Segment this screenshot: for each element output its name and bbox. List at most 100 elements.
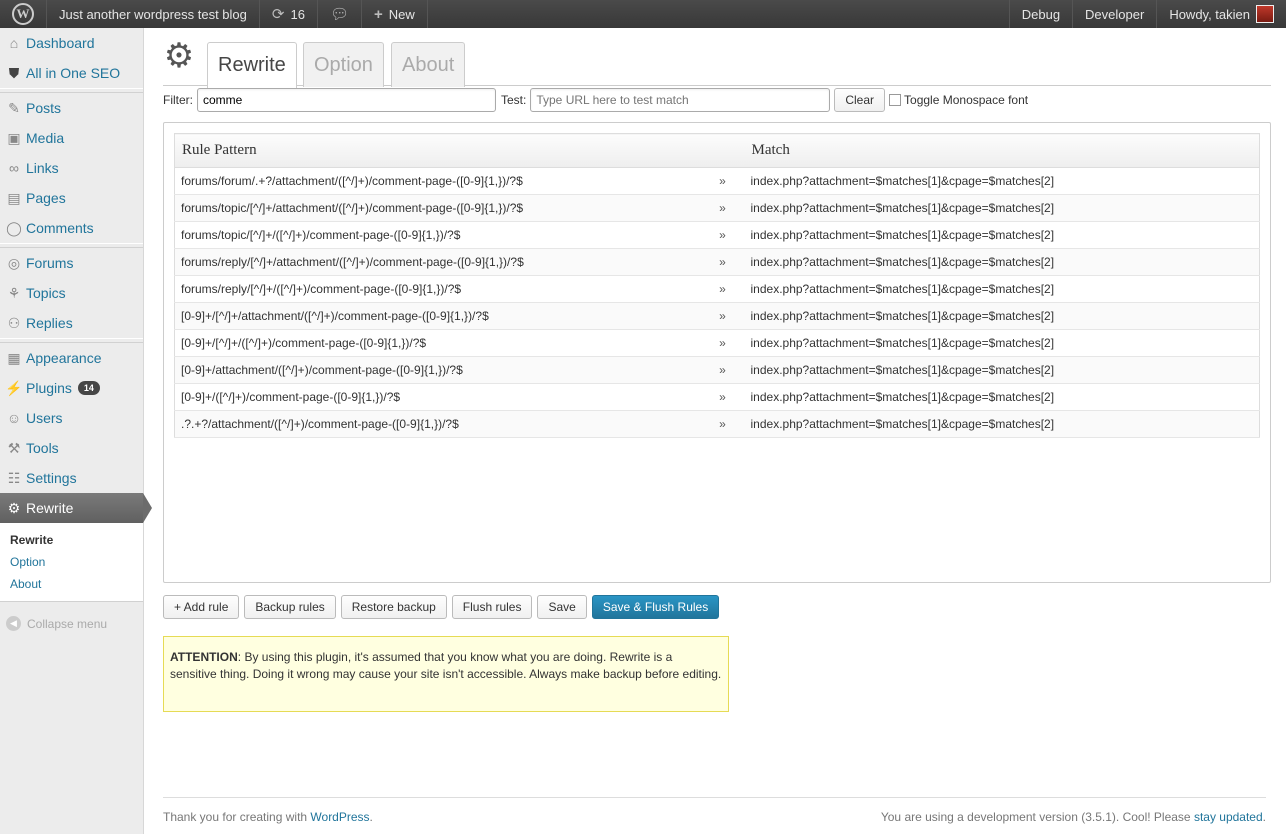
- action-buttons: + Add rule Backup rules Restore backup F…: [163, 595, 720, 619]
- arrow-icon: »: [694, 356, 745, 384]
- sidebar-item-plugins[interactable]: ⚡ Plugins 14: [0, 373, 143, 403]
- footer-thankyou: Thank you for creating with WordPress.: [163, 810, 373, 824]
- rule-pattern-header: Rule Pattern: [174, 133, 745, 168]
- sidebar-item-label: All in One SEO: [26, 65, 121, 81]
- collapse-label: Collapse menu: [27, 616, 108, 631]
- collapse-arrow-icon: ◀: [6, 616, 21, 631]
- table-row[interactable]: forums/topic/[^/]+/attachment/([^/]+)/co…: [174, 194, 1260, 222]
- sidebar-item-label: Topics: [26, 285, 66, 301]
- new-content-link[interactable]: + New: [362, 0, 428, 28]
- submenu-about[interactable]: About: [0, 573, 143, 595]
- rule-pattern-cell[interactable]: forums/topic/[^/]+/attachment/([^/]+)/co…: [174, 194, 695, 222]
- table-row[interactable]: .?.+?/attachment/([^/]+)/comment-page-([…: [174, 410, 1260, 438]
- rule-pattern-cell[interactable]: [0-9]+/[^/]+/attachment/([^/]+)/comment-…: [174, 302, 695, 330]
- filter-input[interactable]: [197, 88, 496, 112]
- arrow-icon: »: [694, 194, 745, 222]
- save-button[interactable]: Save: [537, 595, 587, 619]
- footer-right-suffix: .: [1262, 810, 1266, 824]
- wp-logo-menu[interactable]: W: [0, 0, 47, 28]
- backup-rules-button[interactable]: Backup rules: [244, 595, 336, 619]
- appearance-icon: ▦: [7, 349, 21, 366]
- account-menu[interactable]: Howdy, takien: [1156, 0, 1286, 28]
- rule-pattern-cell[interactable]: [0-9]+/attachment/([^/]+)/comment-page-(…: [174, 356, 695, 384]
- howdy-label: Howdy, takien: [1169, 6, 1250, 22]
- add-rule-button[interactable]: + Add rule: [163, 595, 240, 619]
- sidebar-item-pages[interactable]: ▤ Pages: [0, 183, 143, 213]
- rule-match-cell[interactable]: index.php?attachment=$matches[1]&cpage=$…: [744, 356, 1260, 384]
- sidebar-item-comments[interactable]: ◯ Comments: [0, 213, 143, 243]
- stay-updated-link[interactable]: stay updated: [1194, 810, 1263, 824]
- table-row[interactable]: [0-9]+/([^/]+)/comment-page-([0-9]{1,})/…: [174, 383, 1260, 411]
- table-row[interactable]: forums/forum/.+?/attachment/([^/]+)/comm…: [174, 167, 1260, 195]
- rule-match-cell[interactable]: index.php?attachment=$matches[1]&cpage=$…: [744, 383, 1260, 411]
- tab-rewrite[interactable]: Rewrite: [207, 42, 297, 88]
- rule-match-cell[interactable]: index.php?attachment=$matches[1]&cpage=$…: [744, 221, 1260, 249]
- rule-match-cell[interactable]: index.php?attachment=$matches[1]&cpage=$…: [744, 167, 1260, 195]
- rule-match-cell[interactable]: index.php?attachment=$matches[1]&cpage=$…: [744, 194, 1260, 222]
- save-flush-rules-button[interactable]: Save & Flush Rules: [591, 595, 720, 619]
- table-row[interactable]: forums/topic/[^/]+/([^/]+)/comment-page-…: [174, 221, 1260, 249]
- tab-about[interactable]: About: [391, 42, 466, 87]
- sidebar-item-label: Rewrite: [26, 500, 74, 516]
- comment-icon: ◯: [6, 219, 22, 236]
- sidebar-item-label: Links: [26, 160, 59, 176]
- rule-match-cell[interactable]: index.php?attachment=$matches[1]&cpage=$…: [744, 248, 1260, 276]
- sidebar-item-label: Forums: [26, 255, 74, 271]
- rule-pattern-cell[interactable]: .?.+?/attachment/([^/]+)/comment-page-([…: [174, 410, 695, 438]
- attention-title: ATTENTION: [170, 650, 238, 664]
- topics-icon: ⚘: [7, 284, 21, 301]
- table-row[interactable]: [0-9]+/[^/]+/([^/]+)/comment-page-([0-9]…: [174, 329, 1260, 357]
- site-name-link[interactable]: Just another wordpress test blog: [47, 0, 260, 28]
- table-row[interactable]: forums/reply/[^/]+/([^/]+)/comment-page-…: [174, 275, 1260, 303]
- rules-table: Rule Pattern Match forums/forum/.+?/atta…: [174, 133, 1260, 438]
- rule-pattern-cell[interactable]: forums/topic/[^/]+/([^/]+)/comment-page-…: [174, 221, 695, 249]
- rule-pattern-cell[interactable]: [0-9]+/([^/]+)/comment-page-([0-9]{1,})/…: [174, 383, 695, 411]
- media-icon: ▣: [7, 129, 21, 146]
- sidebar-item-media[interactable]: ▣ Media: [0, 123, 143, 153]
- sidebar-item-rewrite[interactable]: ⚙ Rewrite: [0, 493, 152, 523]
- rule-match-cell[interactable]: index.php?attachment=$matches[1]&cpage=$…: [744, 275, 1260, 303]
- sidebar-item-forums[interactable]: ◎ Forums: [0, 248, 143, 278]
- sidebar-item-posts[interactable]: ✎ Posts: [0, 93, 143, 123]
- tab-option[interactable]: Option: [303, 42, 384, 87]
- test-url-input[interactable]: [530, 88, 831, 112]
- table-row[interactable]: [0-9]+/attachment/([^/]+)/comment-page-(…: [174, 356, 1260, 384]
- sidebar-item-appearance[interactable]: ▦ Appearance: [0, 343, 143, 373]
- submenu-rewrite[interactable]: Rewrite: [0, 529, 143, 551]
- rule-pattern-cell[interactable]: forums/reply/[^/]+/attachment/([^/]+)/co…: [174, 248, 695, 276]
- sidebar-item-replies[interactable]: ⚇ Replies: [0, 308, 143, 338]
- restore-backup-button[interactable]: Restore backup: [340, 595, 447, 619]
- sidebar-item-tools[interactable]: ⚒ Tools: [0, 433, 143, 463]
- rule-match-cell[interactable]: index.php?attachment=$matches[1]&cpage=$…: [744, 302, 1260, 330]
- rule-pattern-cell[interactable]: forums/reply/[^/]+/([^/]+)/comment-page-…: [174, 275, 695, 303]
- rule-match-cell[interactable]: index.php?attachment=$matches[1]&cpage=$…: [744, 410, 1260, 438]
- arrow-icon: »: [694, 329, 745, 357]
- wordpress-link[interactable]: WordPress: [310, 810, 369, 824]
- debug-menu[interactable]: Debug: [1008, 0, 1072, 28]
- sidebar-item-settings[interactable]: ☷ Settings: [0, 463, 143, 493]
- sidebar-item-users[interactable]: ☺ Users: [0, 403, 143, 433]
- monospace-checkbox[interactable]: [889, 94, 902, 106]
- clear-button[interactable]: Clear: [834, 88, 886, 112]
- developer-menu[interactable]: Developer: [1072, 0, 1156, 28]
- rule-match-cell[interactable]: index.php?attachment=$matches[1]&cpage=$…: [744, 329, 1260, 357]
- updates-link[interactable]: ⟳ 16: [260, 0, 318, 28]
- sidebar-item-dashboard[interactable]: ⌂ Dashboard: [0, 28, 143, 58]
- sidebar-item-topics[interactable]: ⚘ Topics: [0, 278, 143, 308]
- table-row[interactable]: forums/reply/[^/]+/attachment/([^/]+)/co…: [174, 248, 1260, 276]
- table-row[interactable]: [0-9]+/[^/]+/attachment/([^/]+)/comment-…: [174, 302, 1260, 330]
- submenu-option[interactable]: Option: [0, 551, 143, 573]
- sidebar-item-all-in-one-seo[interactable]: ⛊ All in One SEO: [0, 58, 143, 88]
- collapse-menu-button[interactable]: ◀ Collapse menu: [0, 602, 143, 631]
- avatar: [1256, 5, 1274, 23]
- arrow-icon: »: [694, 248, 745, 276]
- pin-icon: ✎: [8, 99, 20, 116]
- rule-pattern-cell[interactable]: [0-9]+/[^/]+/([^/]+)/comment-page-([0-9]…: [174, 329, 695, 357]
- rule-pattern-cell[interactable]: forums/forum/.+?/attachment/([^/]+)/comm…: [174, 167, 695, 195]
- sidebar-item-links[interactable]: ∞ Links: [0, 153, 143, 183]
- sidebar-item-label: Plugins: [26, 380, 72, 396]
- nav-tab-wrapper: ⚙ Rewrite Option About: [163, 39, 1271, 88]
- footer-right-text: You are using a development version (3.5…: [880, 810, 1194, 824]
- comments-link[interactable]: 💬︎: [318, 0, 362, 28]
- flush-rules-button[interactable]: Flush rules: [451, 595, 533, 619]
